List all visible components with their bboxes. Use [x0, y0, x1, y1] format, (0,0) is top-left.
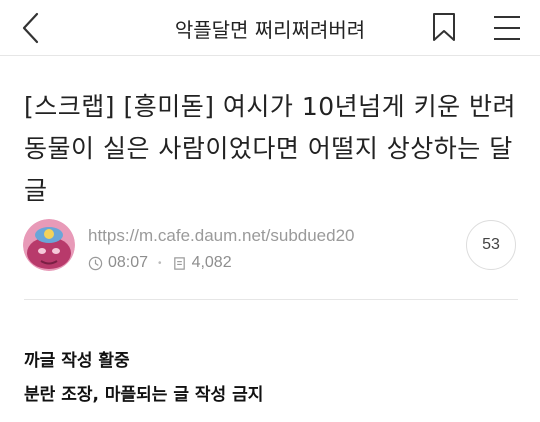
notice-line-1: 까글 작성 활중	[24, 351, 130, 371]
bookmark-button[interactable]	[430, 11, 458, 43]
menu-button[interactable]	[492, 13, 522, 43]
view-count: 4,082	[191, 254, 232, 271]
avatar-image	[23, 219, 75, 271]
author-avatar[interactable]	[23, 219, 75, 271]
hamburger-menu-icon	[494, 16, 520, 40]
separator-dot: •	[158, 257, 162, 269]
back-button[interactable]	[18, 12, 48, 44]
document-icon	[173, 256, 185, 270]
post-time: 08:07	[108, 254, 149, 271]
post-title: [스크랩] [흥미돋] 여시가 10년넘게 키운 반려동물이 실은 사람이었다면…	[24, 92, 517, 205]
author-link[interactable]: https://m.cafe.daum.net/subdued20	[88, 226, 355, 246]
post-meta: 08:07 • 4,082	[88, 254, 232, 272]
chevron-left-icon	[22, 12, 39, 44]
comment-count-button[interactable]: 53	[466, 220, 516, 270]
top-navigation-bar: 악플달면 쩌리쩌려버려	[0, 0, 540, 56]
divider	[24, 299, 518, 300]
notice-line-2: 분란 조장, 마플되는 글 작성 금지	[24, 385, 264, 405]
clock-icon	[88, 256, 103, 270]
bookmark-icon	[433, 13, 455, 41]
board-title: 악플달면 쩌리쩌려버려	[174, 18, 366, 42]
comment-count: 53	[482, 236, 500, 253]
